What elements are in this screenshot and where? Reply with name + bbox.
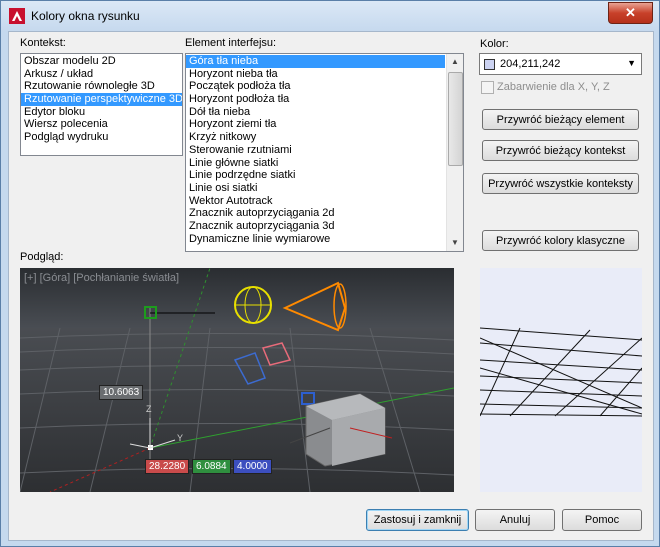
preview-label: Podgląd: — [20, 251, 64, 263]
element-list-item[interactable]: Sterowanie rzutniami — [186, 144, 445, 157]
element-listbox[interactable]: Góra tła nieba Horyzont nieba tła Początek… — [185, 53, 464, 252]
preview-viewport: [+] [Góra] [Pochłanianie światła] Z Y 10… — [20, 268, 454, 492]
chevron-down-icon: ▼ — [627, 58, 636, 68]
context-list-item[interactable]: Podgląd wydruku — [21, 131, 182, 144]
tint-checkbox[interactable] — [481, 81, 494, 94]
window-title: Kolory okna rysunku — [31, 9, 140, 23]
restore-element-button[interactable]: Przywróć bieżący element — [482, 109, 639, 130]
perspective-grid — [480, 327, 642, 417]
context-list-item[interactable]: Rzutowanie perspektywiczne 3D — [21, 93, 182, 106]
element-label: Element interfejsu: — [185, 37, 277, 49]
color-preview-pane — [480, 268, 642, 492]
coord-x-box: 28.2280 — [145, 459, 190, 474]
element-list-item[interactable]: Linie podrzędne siatki — [186, 169, 445, 182]
color-label: Kolor: — [480, 38, 509, 50]
tint-label: Zabarwienie dla X, Y, Z — [497, 81, 610, 93]
context-list-item[interactable]: Obszar modelu 2D — [21, 55, 182, 68]
element-list-item[interactable]: Wektor Autotrack — [186, 195, 445, 208]
scroll-down-icon[interactable]: ▼ — [447, 235, 463, 251]
scroll-thumb[interactable] — [448, 72, 463, 166]
element-list-item[interactable]: Znacznik autoprzyciągania 3d — [186, 220, 445, 233]
element-list-item[interactable]: Linie osi siatki — [186, 182, 445, 195]
element-list-item[interactable]: Dół tła nieba — [186, 106, 445, 119]
color-value: 204,211,242 — [500, 58, 561, 70]
context-list-item[interactable]: Rzutowanie równoległe 3D — [21, 80, 182, 93]
context-list-item[interactable]: Wiersz polecenia — [21, 118, 182, 131]
dialog-window: Kolory okna rysunku ✕ Kontekst: Obszar m… — [0, 0, 660, 547]
element-list-item[interactable]: Horyzont nieba tła — [186, 68, 445, 81]
help-button[interactable]: Pomoc — [562, 509, 642, 531]
element-list-item[interactable]: Linie główne siatki — [186, 157, 445, 170]
apply-close-button[interactable]: Zastosuj i zamknij — [366, 509, 469, 531]
element-list-item[interactable]: Początek podłoża tła — [186, 80, 445, 93]
cancel-button[interactable]: Anuluj — [475, 509, 555, 531]
dimension-value: 10.6063 — [99, 385, 144, 400]
axis-y-label: Y — [177, 433, 184, 443]
axis-z-label: Z — [146, 404, 152, 414]
context-label: Kontekst: — [20, 37, 66, 49]
restore-classic-button[interactable]: Przywróć kolory klasyczne — [482, 230, 639, 251]
viewport-label: [+] [Góra] [Pochłanianie światła] — [24, 272, 179, 284]
coord-y-box: 6.0884 — [192, 459, 231, 474]
coord-z-box: 4.0000 — [233, 459, 272, 474]
element-list-item[interactable]: Horyzont podłoża tła — [186, 93, 445, 106]
context-listbox[interactable]: Obszar modelu 2D Arkusz / układ Rzutowanie… — [20, 53, 183, 156]
element-list-item[interactable]: Dynamiczne linie wymiarowe — [186, 233, 445, 246]
element-list-item[interactable]: Góra tła nieba — [186, 55, 445, 68]
color-dropdown[interactable]: 204,211,242 ▼ — [479, 53, 642, 75]
element-list-item[interactable]: Krzyż nitkowy — [186, 131, 445, 144]
scroll-up-icon[interactable]: ▲ — [447, 54, 463, 70]
autocad-app-icon — [9, 8, 25, 24]
context-list-item[interactable]: Arkusz / układ — [21, 68, 182, 81]
close-button[interactable]: ✕ — [608, 2, 653, 24]
restore-context-button[interactable]: Przywróć bieżący kontekst — [482, 140, 639, 161]
element-list-item[interactable]: Horyzont ziemi tła — [186, 118, 445, 131]
color-swatch — [484, 59, 495, 70]
dialog-body: Kontekst: Obszar modelu 2D Arkusz / układ… — [8, 31, 654, 541]
restore-all-button[interactable]: Przywróć wszystkie konteksty — [482, 173, 639, 194]
context-list-item[interactable]: Edytor bloku — [21, 106, 182, 119]
element-list-item[interactable]: Znacznik autoprzyciągania 2d — [186, 207, 445, 220]
title-bar: Kolory okna rysunku ✕ — [1, 1, 659, 31]
element-scrollbar[interactable]: ▲ ▼ — [446, 54, 463, 251]
